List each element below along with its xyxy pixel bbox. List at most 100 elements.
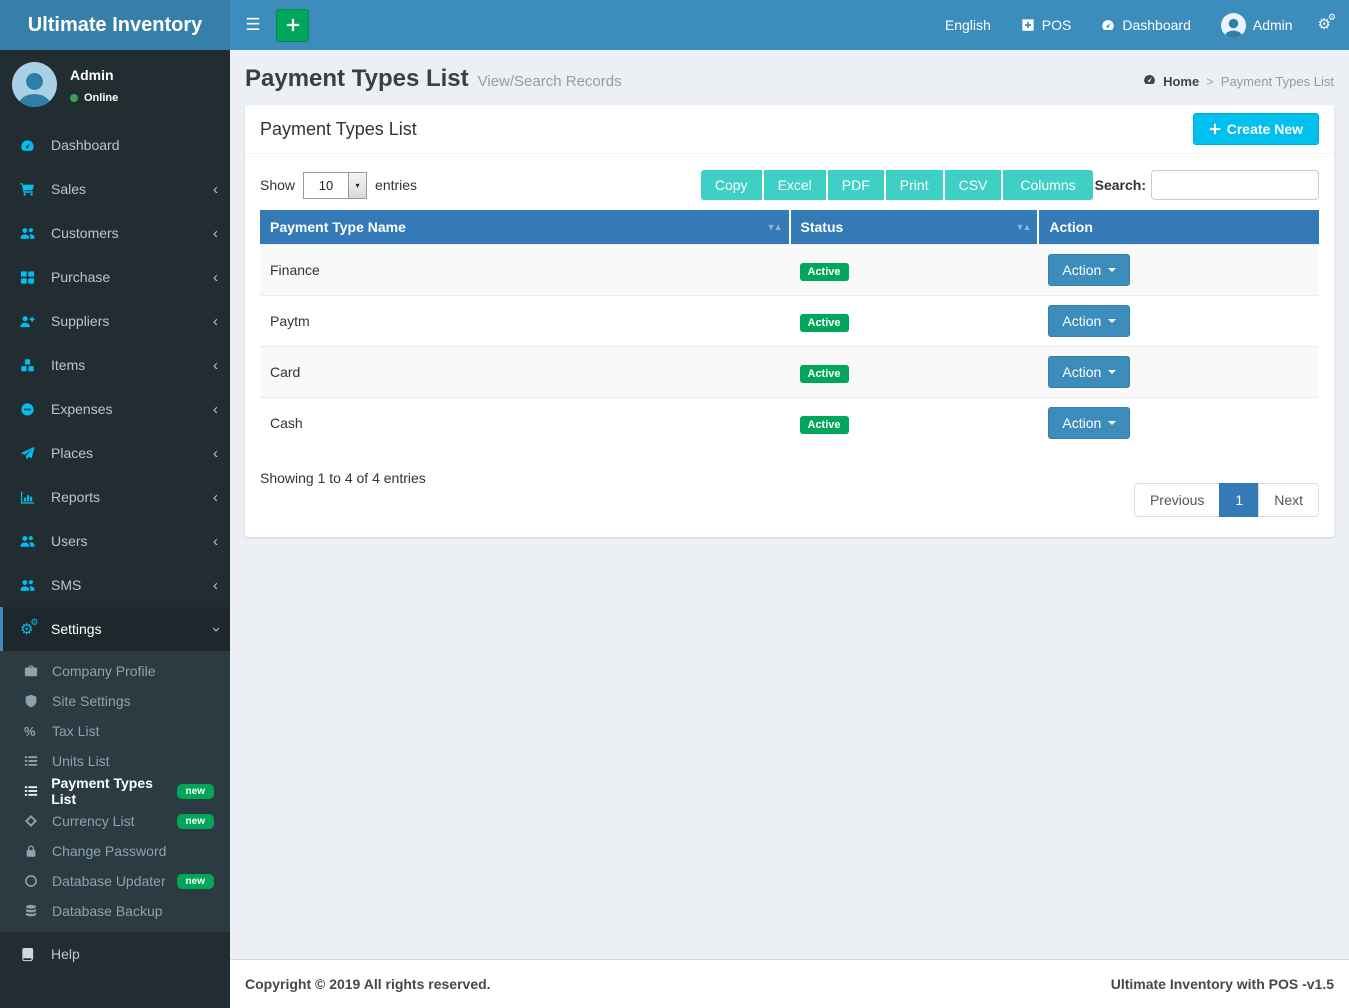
status-badge: Active	[800, 263, 849, 281]
search-label: Search:	[1095, 177, 1146, 193]
copy-button[interactable]: Copy	[701, 170, 764, 200]
submenu-item-units-list[interactable]: Units List	[0, 746, 230, 776]
version-text: Ultimate Inventory with POS -v1.5	[1111, 976, 1334, 992]
entries-select[interactable]: 10 ▾	[303, 172, 367, 199]
content-header: Payment Types List View/Search Records H…	[230, 50, 1349, 105]
search-input[interactable]	[1151, 170, 1319, 200]
database-icon	[24, 904, 44, 918]
caret-down-icon	[1108, 268, 1116, 272]
nav-user-menu[interactable]: Admin	[1206, 0, 1308, 50]
plus-icon	[1209, 123, 1221, 135]
minus-circle-icon	[20, 402, 42, 417]
percent-icon: %	[24, 724, 44, 739]
chevron-left-icon: ‹	[213, 358, 218, 373]
chevron-left-icon: ‹	[213, 182, 218, 197]
submenu-item-change-password[interactable]: Change Password	[0, 836, 230, 866]
briefcase-icon	[24, 664, 44, 678]
submenu-item-database-backup[interactable]: Database Backup	[0, 896, 230, 926]
page-title: Payment Types List	[245, 65, 469, 93]
sidebar-user-name: Admin	[70, 67, 118, 83]
status-badge: Active	[800, 365, 849, 383]
action-dropdown-button[interactable]: Action	[1048, 305, 1130, 337]
create-new-button[interactable]: Create New	[1193, 113, 1319, 145]
action-dropdown-button[interactable]: Action	[1048, 356, 1130, 388]
csv-button[interactable]: CSV	[945, 170, 1004, 200]
list-icon	[24, 754, 44, 768]
breadcrumb: Home > Payment Types List	[1143, 73, 1334, 89]
shield-icon	[24, 694, 44, 708]
lock-icon	[24, 844, 44, 858]
circle-outline-icon	[24, 874, 44, 888]
action-dropdown-button[interactable]: Action	[1048, 254, 1130, 286]
submenu-item-tax-list[interactable]: % Tax List	[0, 716, 230, 746]
sidebar-item-suppliers[interactable]: Suppliers ‹	[0, 299, 230, 343]
sidebar-item-sales[interactable]: Sales ‹	[0, 167, 230, 211]
sidebar-item-expenses[interactable]: Expenses ‹	[0, 387, 230, 431]
action-dropdown-button[interactable]: Action	[1048, 407, 1130, 439]
submenu-item-company-profile[interactable]: Company Profile	[0, 656, 230, 686]
tachometer-icon	[20, 138, 42, 153]
top-navbar: ☰ English POS Dashboard Admin ⚙⚙	[230, 0, 1349, 50]
sidebar-item-customers[interactable]: Customers ‹	[0, 211, 230, 255]
chevron-left-icon: ‹	[213, 270, 218, 285]
nav-language[interactable]: English	[930, 0, 1006, 50]
quick-add-button[interactable]	[276, 9, 309, 42]
panel-title: Payment Types List	[260, 119, 417, 140]
payment-type-name: Cash	[260, 398, 790, 449]
breadcrumb-home[interactable]: Home	[1163, 74, 1199, 89]
excel-button[interactable]: Excel	[764, 170, 828, 200]
settings-submenu: Company Profile Site Settings % Tax List…	[0, 651, 230, 932]
settings-gears-icon[interactable]: ⚙⚙	[1308, 16, 1349, 34]
brand-title[interactable]: Ultimate Inventory	[0, 0, 230, 50]
plus-square-icon	[1021, 18, 1035, 32]
copyright-text: Copyright © 2019 All rights reserved.	[245, 976, 491, 992]
column-header-name[interactable]: Payment Type Name▼▲	[260, 210, 790, 245]
sidebar-item-reports[interactable]: Reports ‹	[0, 475, 230, 519]
sidebar-item-users[interactable]: Users ‹	[0, 519, 230, 563]
payment-type-name: Card	[260, 347, 790, 398]
chevron-left-icon: ‹	[213, 314, 218, 329]
column-header-status[interactable]: Status▼▲	[790, 210, 1039, 245]
status-badge: Active	[800, 416, 849, 434]
submenu-item-currency-list[interactable]: Currency List new	[0, 806, 230, 836]
next-page-button[interactable]: Next	[1258, 483, 1319, 517]
sidebar-item-items[interactable]: Items ‹	[0, 343, 230, 387]
pagination: Previous 1 Next	[1134, 483, 1319, 517]
users-icon	[20, 226, 42, 241]
sidebar-item-settings[interactable]: ⚙⚙ Settings ‹	[0, 607, 230, 651]
nav-dashboard[interactable]: Dashboard	[1086, 0, 1206, 50]
print-button[interactable]: Print	[886, 170, 945, 200]
users-icon	[20, 578, 42, 593]
home-icon	[1143, 73, 1156, 89]
sidebar-item-sms[interactable]: SMS ‹	[0, 563, 230, 607]
users-icon	[20, 534, 42, 549]
sidebar-item-places[interactable]: Places ‹	[0, 431, 230, 475]
table-row: Paytm Active Action	[260, 296, 1319, 347]
person-icon	[1221, 15, 1246, 38]
page-number-button[interactable]: 1	[1219, 483, 1259, 517]
breadcrumb-current: Payment Types List	[1221, 74, 1334, 89]
submenu-item-database-updater[interactable]: Database Updater new	[0, 866, 230, 896]
sidebar-item-dashboard[interactable]: Dashboard	[0, 123, 230, 167]
previous-page-button[interactable]: Previous	[1134, 483, 1220, 517]
list-icon	[24, 784, 43, 798]
hamburger-icon[interactable]: ☰	[230, 15, 276, 35]
payment-type-name: Paytm	[260, 296, 790, 347]
pdf-button[interactable]: PDF	[828, 170, 886, 200]
columns-button[interactable]: Columns	[1003, 170, 1092, 200]
sidebar: Ultimate Inventory Admin Online Dashboar…	[0, 0, 230, 1008]
sidebar-item-help[interactable]: Help	[0, 932, 230, 976]
submenu-item-payment-types-list[interactable]: Payment Types List new	[0, 776, 230, 806]
grid-icon	[20, 270, 42, 285]
status-badge: Active	[800, 314, 849, 332]
table-row: Finance Active Action	[260, 245, 1319, 296]
submenu-item-site-settings[interactable]: Site Settings	[0, 686, 230, 716]
person-icon	[12, 66, 57, 107]
payment-types-table: Payment Type Name▼▲ Status▼▲ Action Fina…	[260, 210, 1319, 449]
page-footer: Copyright © 2019 All rights reserved. Ul…	[230, 959, 1349, 1008]
caret-down-icon	[1108, 370, 1116, 374]
online-dot-icon	[70, 94, 78, 102]
paper-plane-icon	[20, 446, 42, 461]
nav-pos[interactable]: POS	[1006, 0, 1087, 50]
sidebar-item-purchase[interactable]: Purchase ‹	[0, 255, 230, 299]
